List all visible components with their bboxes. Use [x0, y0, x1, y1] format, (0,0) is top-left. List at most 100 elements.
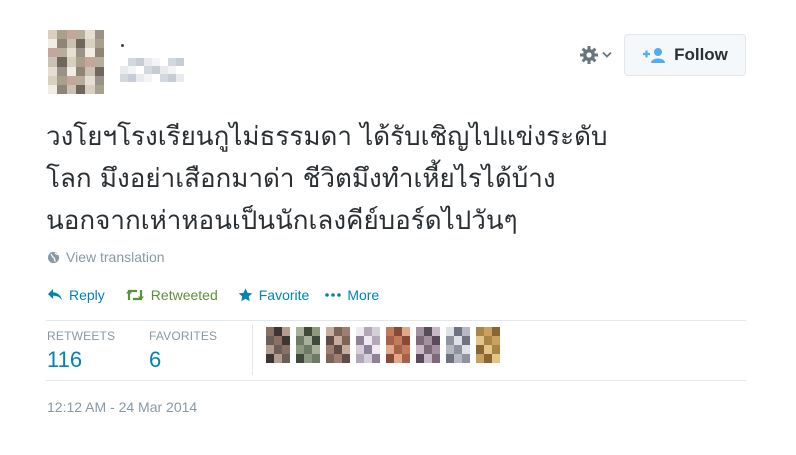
avatar[interactable]: [48, 30, 104, 94]
pixel: [326, 336, 334, 345]
pixel: [462, 354, 470, 363]
pixel: [356, 345, 364, 354]
tweet-timestamp[interactable]: 12:12 AM - 24 Mar 2014: [47, 399, 197, 415]
pixel: [304, 354, 312, 363]
favoriter-avatar[interactable]: [446, 327, 470, 363]
pixel: [48, 84, 58, 94]
favorite-button[interactable]: Favorite: [238, 287, 310, 303]
retweets-label: RETWEETS: [47, 329, 116, 343]
pixel: [120, 58, 128, 66]
pixel: [136, 58, 144, 66]
pixel: [85, 30, 95, 40]
view-translation-label: View translation: [66, 249, 165, 265]
pixel: [48, 66, 58, 76]
pixel: [75, 48, 86, 58]
pixel: [326, 345, 334, 354]
pixel: [144, 58, 152, 66]
pixel: [342, 336, 350, 345]
favorite-label: Favorite: [258, 287, 310, 303]
gear-icon: [580, 46, 598, 64]
view-translation-link[interactable]: View translation: [47, 249, 165, 265]
pixel: [282, 336, 290, 345]
pixel: [128, 58, 136, 66]
pixel: [274, 327, 282, 336]
pixel: [454, 336, 462, 345]
pixel: [394, 345, 402, 354]
pixel: [432, 336, 440, 345]
reply-label: Reply: [69, 287, 105, 303]
pixel: [402, 345, 410, 354]
pixel: [66, 66, 76, 76]
pixel: [296, 345, 304, 354]
pixel: [66, 75, 76, 85]
pixel: [476, 336, 484, 345]
pixel: [94, 75, 104, 85]
retweets-count: 116: [47, 347, 83, 372]
divider-top: [46, 320, 746, 321]
follow-button[interactable]: Follow: [624, 34, 746, 76]
pixel: [402, 354, 410, 363]
favorites-stat[interactable]: FAVORITES 6: [149, 329, 217, 373]
pixel: [416, 354, 424, 363]
pixel: [94, 30, 104, 40]
favoriter-avatar[interactable]: [296, 327, 320, 363]
pixel: [75, 39, 86, 49]
pixel: [152, 74, 160, 82]
pixel: [492, 327, 500, 336]
pixel: [342, 327, 350, 336]
pixel: [492, 354, 500, 363]
pixel: [168, 74, 176, 82]
retweets-stat[interactable]: RETWEETS 116: [47, 329, 115, 373]
pixel: [282, 345, 290, 354]
more-label: More: [347, 287, 380, 303]
favoriter-avatar[interactable]: [416, 327, 440, 363]
pixel: [85, 48, 95, 58]
divider-bottom: [46, 380, 746, 381]
pixel: [66, 39, 76, 49]
pixel: [120, 74, 128, 82]
favoriter-avatar[interactable]: [356, 327, 380, 363]
pixel: [48, 30, 58, 40]
pixel: [168, 66, 176, 74]
pixel: [342, 354, 350, 363]
pixel: [432, 327, 440, 336]
pixel: [160, 66, 168, 74]
pixel: [462, 327, 470, 336]
add-user-icon: [643, 48, 666, 63]
pixel: [484, 345, 492, 354]
pixel: [416, 345, 424, 354]
pixel: [85, 57, 95, 67]
display-name[interactable]: [120, 58, 184, 82]
pixel: [94, 39, 104, 49]
pixel: [394, 336, 402, 345]
favoriter-avatar[interactable]: [266, 327, 290, 363]
pixel: [386, 336, 394, 345]
pixel: [274, 345, 282, 354]
favorites-count: 6: [149, 347, 162, 372]
pixel: [424, 327, 432, 336]
pixel: [48, 75, 58, 85]
pixel: [432, 354, 440, 363]
settings-menu-button[interactable]: [579, 44, 619, 66]
more-button[interactable]: More: [325, 287, 379, 303]
pixel: [312, 354, 320, 363]
pixel: [394, 354, 402, 363]
pixel: [364, 327, 372, 336]
pixel: [85, 75, 95, 85]
pixel: [66, 57, 76, 67]
retweet-button[interactable]: Retweeted: [125, 287, 218, 303]
star-icon: [238, 288, 253, 302]
pixel: [432, 345, 440, 354]
pixel: [304, 327, 312, 336]
favoriter-avatar[interactable]: [476, 327, 500, 363]
pixel: [484, 336, 492, 345]
favoriter-avatar[interactable]: [386, 327, 410, 363]
reply-button[interactable]: Reply: [47, 287, 105, 303]
pixel: [476, 345, 484, 354]
pixel: [94, 66, 104, 76]
pixel: [454, 345, 462, 354]
favorites-label: FAVORITES: [149, 329, 218, 343]
pixel: [402, 327, 410, 336]
pixel: [94, 48, 104, 58]
favoriter-avatar[interactable]: [326, 327, 350, 363]
